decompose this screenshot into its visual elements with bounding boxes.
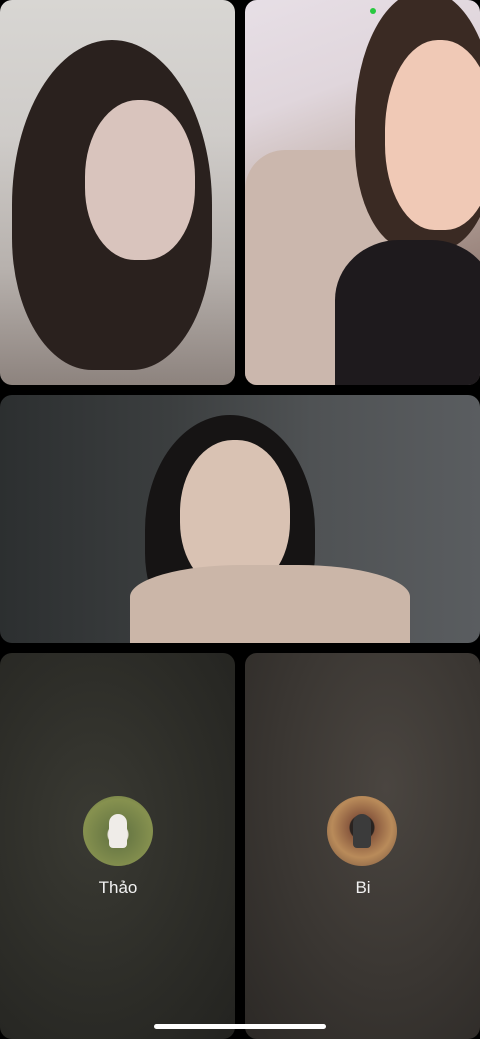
- avatar-bi: [327, 796, 397, 866]
- home-indicator[interactable]: [154, 1024, 326, 1029]
- participant-body-3: [130, 565, 410, 643]
- participant-face-2: [385, 40, 480, 230]
- participant-name-thao: Thảo: [98, 878, 138, 897]
- participant-shirt-2: [335, 240, 480, 385]
- participant-video-tile-1[interactable]: [0, 0, 235, 385]
- avatar-thao: [83, 796, 153, 866]
- camera-in-use-indicator-icon: [370, 8, 376, 14]
- participant-face-1: [85, 100, 195, 260]
- participant-video-tile-3[interactable]: [0, 395, 480, 643]
- participant-name-bi: Bi: [355, 878, 371, 897]
- participant-video-tile-2[interactable]: [245, 0, 480, 385]
